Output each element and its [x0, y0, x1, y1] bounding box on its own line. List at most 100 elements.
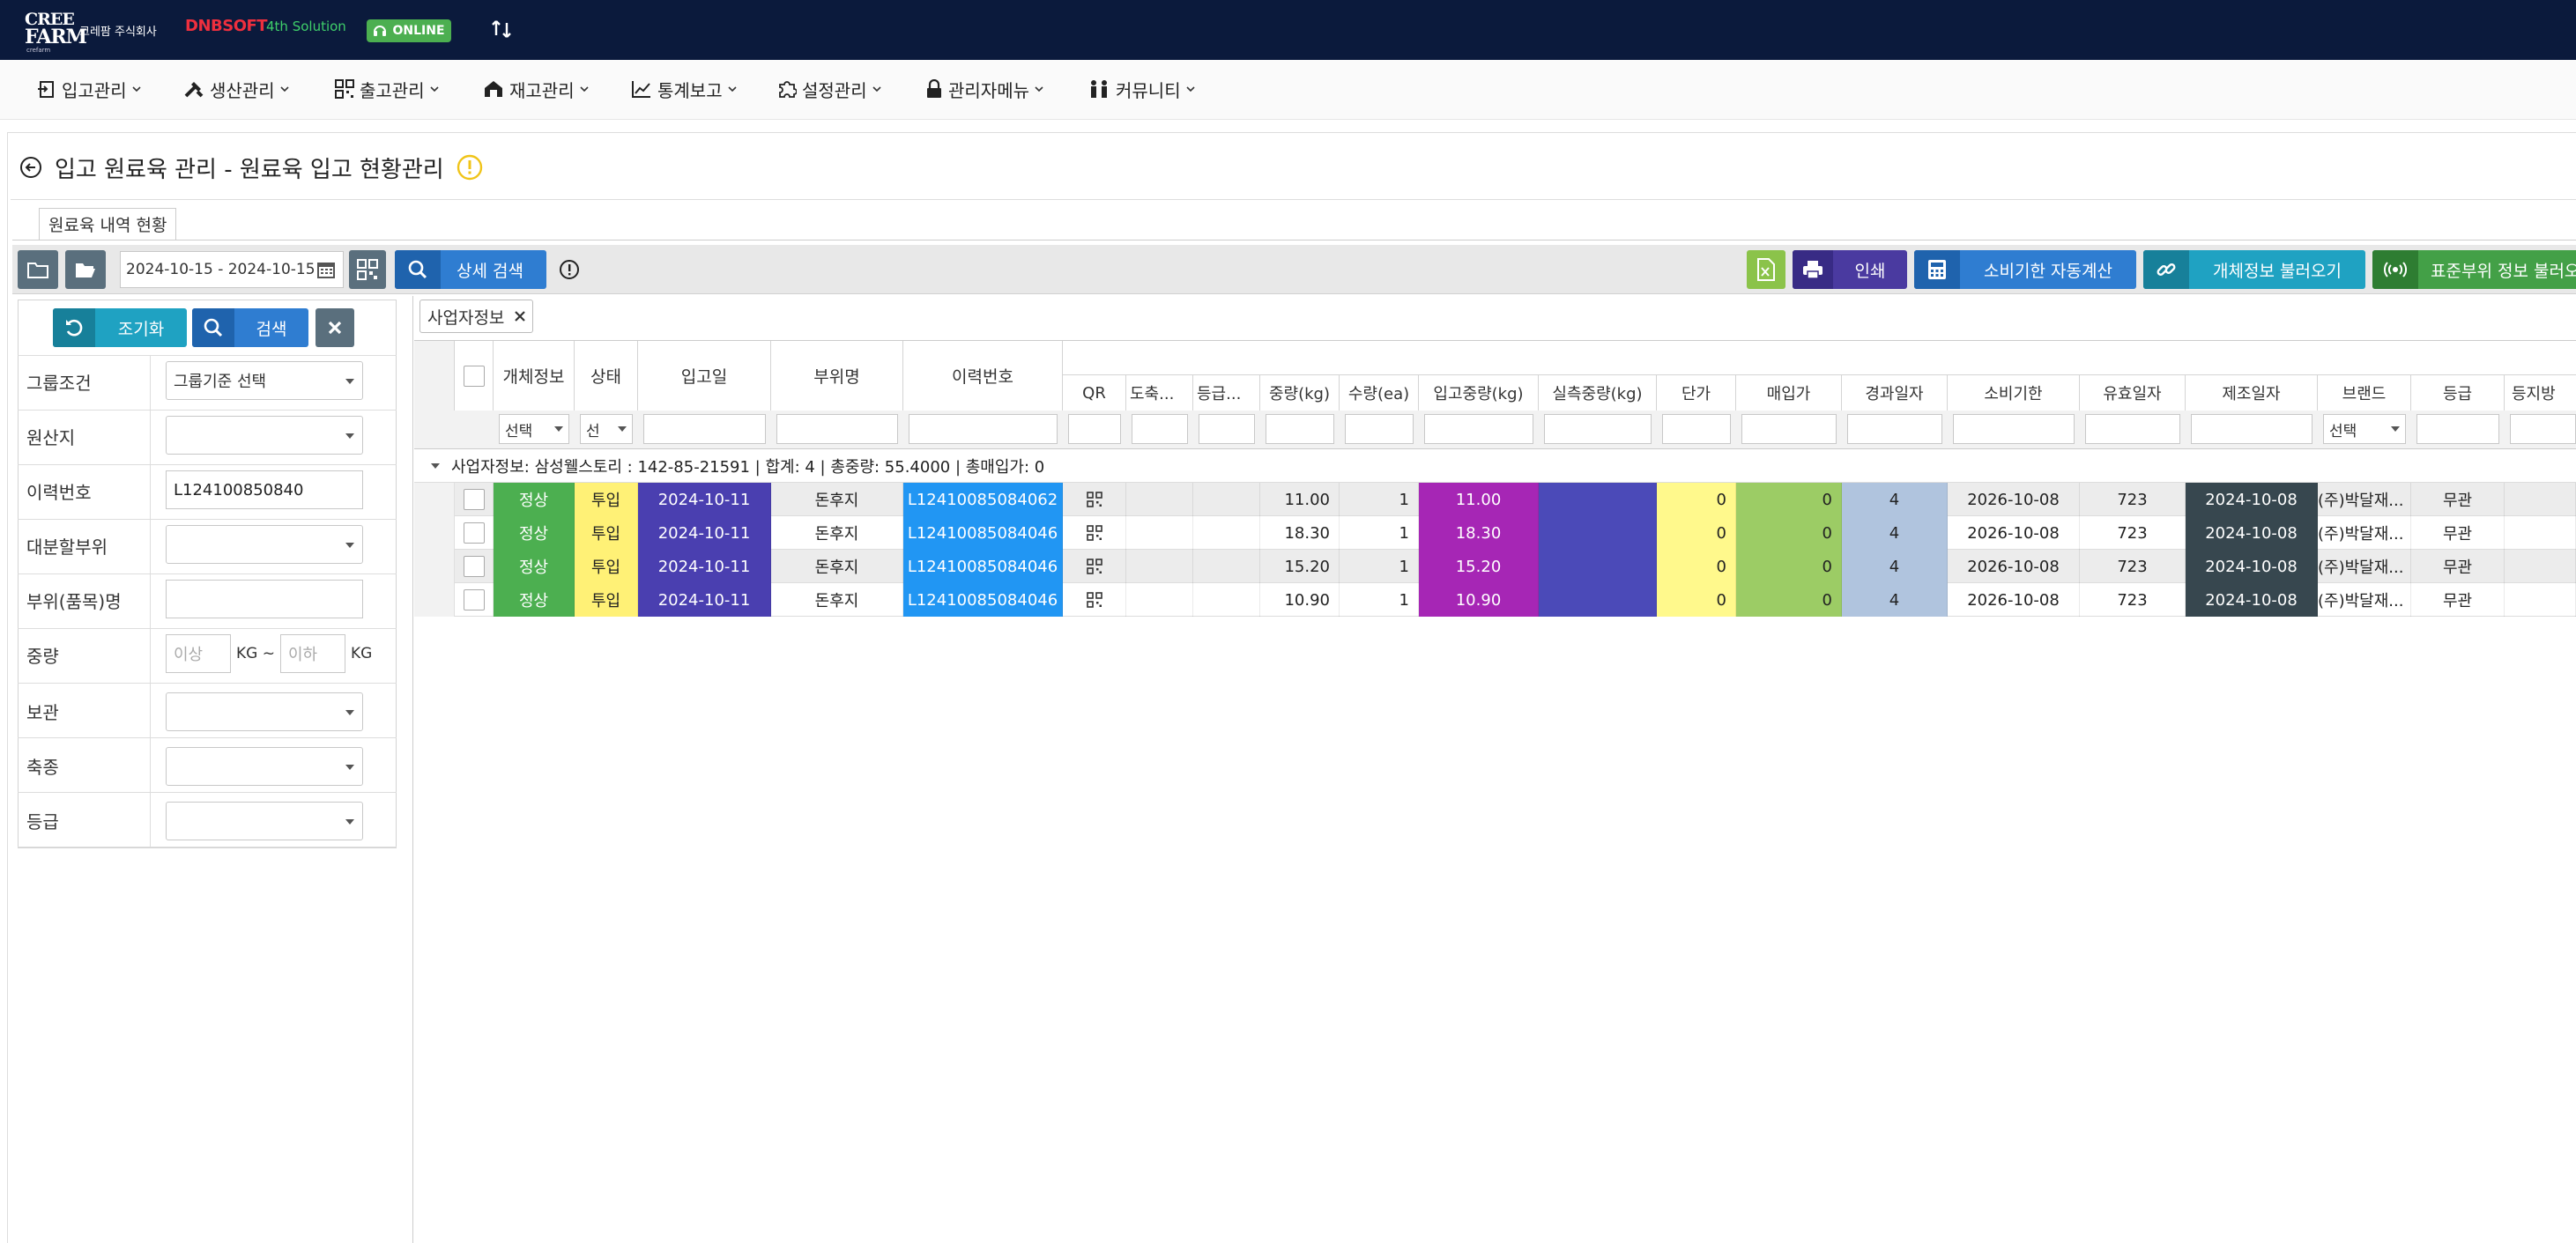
- filter-part-name[interactable]: [776, 414, 898, 444]
- origin-select[interactable]: [166, 416, 363, 455]
- row-checkbox[interactable]: [464, 589, 485, 610]
- close-icon[interactable]: [515, 311, 526, 322]
- header-part-name[interactable]: 부위명: [771, 341, 903, 411]
- header-backfat[interactable]: 등지방: [2505, 375, 2576, 411]
- header-in-date[interactable]: 입고일: [638, 341, 771, 411]
- menu-production[interactable]: 생산관리: [183, 78, 289, 101]
- header-mfg-date[interactable]: 제조일자: [2186, 375, 2318, 411]
- menu-statistics[interactable]: 통계보고: [631, 78, 737, 101]
- menu-community[interactable]: 커뮤니티: [1088, 78, 1195, 101]
- cell-qr[interactable]: [1063, 516, 1126, 550]
- header-entity[interactable]: 개체정보: [494, 341, 575, 411]
- row-checkbox[interactable]: [464, 556, 485, 577]
- filter-in-date[interactable]: [643, 414, 766, 444]
- new-folder-button[interactable]: [18, 250, 58, 289]
- part-name-input[interactable]: [166, 580, 363, 618]
- auto-calc-expiry-button[interactable]: 소비기한 자동계산: [1914, 250, 2136, 289]
- species-select[interactable]: [166, 747, 363, 786]
- filter-measured-weight[interactable]: [1544, 414, 1652, 444]
- trace-number-input[interactable]: L124100850840: [166, 470, 363, 509]
- filter-mfg-date[interactable]: [2191, 414, 2312, 444]
- row-checkbox[interactable]: [464, 489, 485, 510]
- header-qr[interactable]: QR: [1063, 375, 1126, 411]
- reset-button[interactable]: 조기화: [53, 308, 187, 347]
- group-summary-row[interactable]: 사업자정보: 삼성웰스토리 : 142-85-21591 | 합계: 4 | 총…: [414, 449, 2576, 483]
- load-standard-part-button[interactable]: 표준부위 정보 불러오기: [2372, 250, 2576, 289]
- filter-purchase[interactable]: [1741, 414, 1837, 444]
- header-in-weight[interactable]: 입고중량(kg): [1419, 375, 1539, 411]
- detail-search-button[interactable]: 상세 검색: [395, 250, 546, 289]
- group-chip[interactable]: 사업자정보: [419, 300, 534, 333]
- major-part-select[interactable]: [166, 525, 363, 564]
- row-checkbox[interactable]: [464, 522, 485, 544]
- weight-max-input[interactable]: 이하: [279, 634, 345, 673]
- qr-scan-button[interactable]: [349, 250, 386, 289]
- header-brand[interactable]: 브랜드: [2318, 375, 2411, 411]
- header-purchase[interactable]: 매입가: [1736, 375, 1842, 411]
- cell-qr[interactable]: [1063, 483, 1126, 516]
- filter-valid[interactable]: [2085, 414, 2180, 444]
- print-button[interactable]: 인쇄: [1793, 250, 1907, 289]
- filter-weight[interactable]: [1266, 414, 1334, 444]
- filter-expiry[interactable]: [1953, 414, 2075, 444]
- info-icon[interactable]: [559, 259, 580, 280]
- menu-receiving[interactable]: 입고관리: [37, 78, 141, 101]
- sync-icon[interactable]: [490, 18, 513, 41]
- weight-min-input[interactable]: 이상: [166, 634, 231, 673]
- header-qty[interactable]: 수량(ea): [1340, 375, 1419, 411]
- date-range-input[interactable]: 2024-10-15 - 2024-10-15: [120, 251, 344, 288]
- search-button[interactable]: 검색: [192, 308, 308, 347]
- filter-entity-select[interactable]: 선택: [499, 414, 569, 444]
- clear-button[interactable]: [316, 308, 354, 347]
- select-all-checkbox[interactable]: [463, 365, 485, 387]
- info-warning-icon[interactable]: [457, 154, 483, 181]
- cell-elapsed: 4: [1842, 516, 1948, 550]
- menu-admin[interactable]: 관리자메뉴: [925, 78, 1043, 101]
- open-folder-button[interactable]: [65, 250, 106, 289]
- filter-slaughter[interactable]: [1132, 414, 1188, 444]
- header-elapsed[interactable]: 경과일자: [1842, 375, 1948, 411]
- tab-raw-material-history[interactable]: 원료육 내역 현황: [39, 208, 177, 240]
- filter-brand-select[interactable]: 선택: [2323, 414, 2406, 444]
- filter-trace-no[interactable]: [909, 414, 1058, 444]
- filter-qty[interactable]: [1345, 414, 1414, 444]
- header-weight[interactable]: 중량(kg): [1260, 375, 1340, 411]
- header-slaughter[interactable]: 도축...: [1126, 375, 1193, 411]
- filter-backfat[interactable]: [2510, 414, 2576, 444]
- collapse-caret-icon[interactable]: [430, 462, 441, 470]
- grade-select[interactable]: [166, 802, 363, 840]
- header-status[interactable]: 상태: [575, 341, 638, 411]
- qr-icon[interactable]: [1086, 559, 1102, 574]
- header-valid[interactable]: 유효일자: [2080, 375, 2186, 411]
- storage-select[interactable]: [166, 692, 363, 731]
- cell-qr[interactable]: [1063, 550, 1126, 583]
- filter-unit-price[interactable]: [1662, 414, 1731, 444]
- filter-grade-info[interactable]: [1199, 414, 1255, 444]
- load-entity-info-button[interactable]: 개체정보 불러오기: [2143, 250, 2365, 289]
- cell-weight: 11.00: [1260, 483, 1340, 516]
- filter-qr[interactable]: [1068, 414, 1121, 444]
- filter-grade[interactable]: [2416, 414, 2499, 444]
- menu-shipping[interactable]: 출고관리: [335, 78, 439, 101]
- header-unit-price[interactable]: 단가: [1657, 375, 1736, 411]
- header-trace-no[interactable]: 이력번호: [903, 341, 1063, 411]
- header-grade[interactable]: 등급: [2411, 375, 2505, 411]
- excel-export-button[interactable]: [1747, 250, 1785, 289]
- header-select-all[interactable]: [455, 341, 494, 411]
- company-logo[interactable]: CREE FARM: [25, 11, 87, 51]
- cell-qr[interactable]: [1063, 583, 1126, 617]
- header-expiry[interactable]: 소비기한: [1948, 375, 2080, 411]
- group-condition-select[interactable]: 그룹기준 선택: [166, 361, 363, 400]
- filter-status-select[interactable]: 선: [580, 414, 633, 444]
- menu-settings[interactable]: 설정관리: [777, 78, 881, 101]
- qr-icon[interactable]: [1086, 525, 1102, 541]
- menu-inventory[interactable]: 재고관리: [483, 78, 589, 101]
- qr-icon[interactable]: [1086, 592, 1102, 608]
- filter-elapsed[interactable]: [1847, 414, 1942, 444]
- header-measured-weight[interactable]: 실측중량(kg): [1539, 375, 1657, 411]
- qr-icon[interactable]: [1086, 492, 1102, 507]
- header-grade-info[interactable]: 등급...: [1193, 375, 1260, 411]
- back-arrow-icon[interactable]: [19, 156, 42, 179]
- filter-in-weight[interactable]: [1424, 414, 1533, 444]
- calendar-icon[interactable]: [316, 259, 337, 280]
